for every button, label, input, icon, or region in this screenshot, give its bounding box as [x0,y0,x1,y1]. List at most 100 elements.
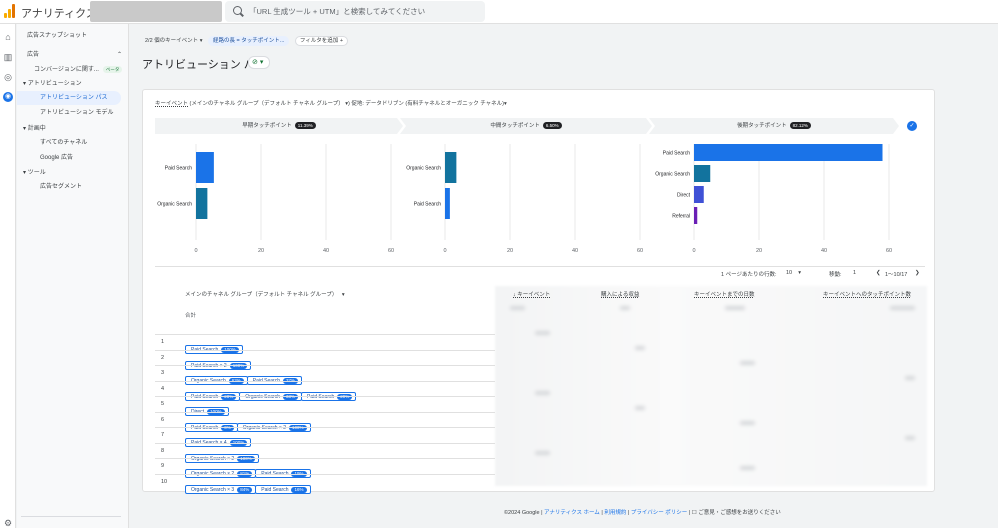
row-number: 5 [161,401,165,407]
table-row[interactable]: 8 Organic Search × 2 100% [155,442,495,463]
nav-section-ads[interactable]: 広告 ⌃ [27,48,139,62]
path-step-label: Organic Search × 3 [191,486,235,493]
footer-separator: | [688,510,691,516]
nav-ads-snapshot[interactable]: 広告スナップショット [27,29,139,43]
col-dimension-label: メインのチャネル グループ（デフォルト チャネル グループ） [185,292,338,298]
table-row[interactable]: 5 Direct 100% [155,396,495,416]
copyright: ©2024 Google | [504,510,543,516]
stage-pct: 6.50% [543,122,562,129]
path-step-share: 84% [237,486,253,493]
analytics-logo-icon[interactable] [4,4,16,18]
search-input[interactable]: 「URL 生成ツール + UTM」と検索してみてください [249,6,425,17]
key-events-selector[interactable]: 2/2 個のキーイベント ▾ [145,38,202,44]
stage-label: 中間タッチポイント [490,123,540,129]
nav-attribution-paths[interactable]: アトリビューション パス [17,91,121,105]
analytics-home-link[interactable]: アナリティクス ホーム [544,510,600,516]
settings-icon[interactable]: ⚙ [3,518,13,528]
bar[interactable] [445,152,457,183]
path-step-share: 16% [291,486,307,493]
category-label: Direct [677,193,691,199]
next-page-icon[interactable]: ❯ [915,270,920,276]
stage-pct: 82.12% [790,122,811,129]
subtitle-text[interactable]: (メインのチャネル グループ（デフォルト チャネル グループ） ▾) 促地: デ… [190,101,507,107]
category-label: Referral [672,214,690,220]
chevron-up-icon: ⌃ [117,52,123,58]
nav-divider [21,516,121,517]
x-tick-label: 0 [443,248,446,254]
nav-attribution[interactable]: ▾ アトリビューション [23,77,135,91]
terms-link[interactable]: 利用規約 [604,510,626,516]
row-number: 1 [161,339,165,345]
footer: ©2024 Google | アナリティクス ホーム | 利用規約 | プライバ… [504,508,781,516]
x-tick-label: 40 [323,248,329,254]
touchpoint-charts: 0 20 40 60 Paid Search Organic Search 0 20 40 60 O… [157,144,892,254]
goto-label: 移動: [829,272,842,278]
explore-icon[interactable]: ◎ [3,72,13,82]
nav-tools-label: ツール [27,170,46,176]
row-number: 10 [161,478,168,485]
col-days-header[interactable]: キーイベントまでの日数 [694,290,755,298]
bar[interactable] [694,165,711,182]
check-icon[interactable]: ✓ [907,121,917,131]
prev-page-icon[interactable]: ❮ [876,270,881,276]
privacy-link[interactable]: プライバシー ポリシー [631,510,687,516]
stage-label: 早期タッチポイント [242,123,292,129]
blurred-metrics [495,286,927,486]
add-filter-button[interactable]: フィルタを追加 + [294,36,349,46]
property-selector[interactable] [90,1,222,22]
channel-path: Direct 100% [185,400,229,416]
nav-tools[interactable]: ▾ ツール [23,166,135,180]
bar[interactable] [694,144,883,161]
search-bar[interactable]: 「URL 生成ツール + UTM」と検索してみてください [225,1,485,22]
path-step: Paid Search 16% [255,484,311,494]
col-key-events-header[interactable]: ↓ キーイベント [513,290,550,298]
app-title[interactable]: アナリティクス [21,5,97,21]
side-navigation: 広告スナップショット 広告 ⌃ コンバージョンに関す... ベータ ▾ アトリビュー… [17,24,129,528]
table-row[interactable]: 9 Organic Search × 2 81% Paid Search 19% [155,458,495,478]
table-row[interactable]: 6 Paid Search 0% Organic Search × 2 100% [155,411,495,432]
rows-per-page-value: 10 [786,270,793,276]
col-dimension-header[interactable]: メインのチャネル グループ（デフォルト チャネル グループ） ▾ [185,290,345,298]
reports-icon[interactable]: ▥ [3,52,13,62]
table-row[interactable]: 4 Paid Search 28% Organic Search 33% Paid Sea… [155,380,495,401]
home-icon[interactable]: ⌂ [3,32,13,42]
channel-path: Organic Search 63% Paid Search 37% [185,369,303,385]
page-range: 1～10/17 [885,272,908,278]
bar[interactable] [196,152,214,183]
channel-path: Paid Search 0% Organic Search × 2 100% [185,416,311,432]
table-row[interactable]: 7 Paid Search × 4 100% [155,427,495,447]
table-row[interactable]: 3 Organic Search 63% Paid Search 37% [155,365,495,385]
nav-conversion-label: コンバージョンに関す... [34,67,99,73]
path-step-label: Paid Search [261,486,289,493]
search-icon [233,6,242,15]
nav-attribution-label: アトリビューション [27,81,82,87]
row-number: 2 [161,354,165,361]
channel-path: Paid Search × 2 100% [185,354,252,370]
rows-per-page-select[interactable]: 10 ▾ [786,270,801,276]
col-revenue-header[interactable]: 購入による収益 [601,290,639,298]
advertising-icon[interactable]: ◉ [3,92,13,102]
stage-pct: 11.39% [295,122,316,129]
bar[interactable] [694,207,698,224]
bar[interactable] [196,188,208,219]
channel-path: Organic Search × 2 100% [185,447,259,463]
col-touchpoints-header[interactable]: キーイベントへのタッチポイント数 [823,290,911,298]
table-row[interactable]: 1 Paid Search 100% [155,334,495,354]
x-tick-label: 60 [388,248,394,254]
nav-performance[interactable]: ▾ 計画中 [23,122,135,136]
filter-chip[interactable]: 経路の長 = タッチポイント... [208,36,290,46]
channel-path: Paid Search 100% [185,338,243,354]
bar[interactable] [694,186,704,203]
check-status-badge[interactable]: ⊘ ▾ [248,56,270,69]
channel-path: Paid Search 28% Organic Search 33% Paid Sear… [185,385,357,401]
table-row[interactable]: 2 Paid Search × 2 100% [155,349,495,370]
feedback-link[interactable]: ☐ ご意見・ご感想をお送りください [692,510,781,516]
x-tick-label: 20 [507,248,513,254]
table-row[interactable]: 10 Organic Search × 3 84% Paid Search 16% [155,473,495,494]
key-events-label: 2/2 個のキーイベント [145,38,199,44]
bar[interactable] [445,188,450,219]
goto-input[interactable]: 1 [853,270,856,276]
rows-per-page-label: 1 ページあたりの行数: [721,272,777,278]
row-number: 4 [161,385,165,392]
key-event-link[interactable]: キーイベント [155,101,188,107]
